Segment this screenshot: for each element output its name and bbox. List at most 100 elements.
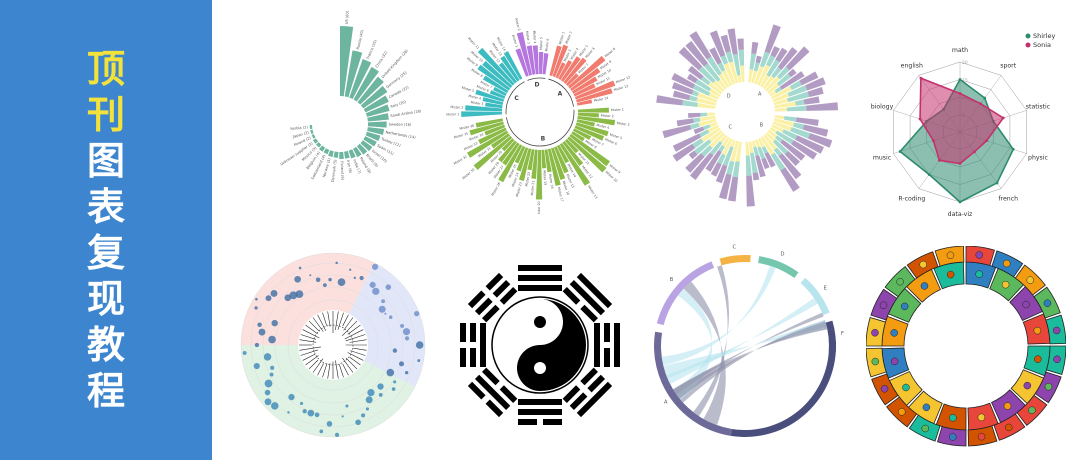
- dendro-arc: [349, 353, 352, 356]
- dendro-arc: [315, 355, 318, 357]
- mural-figure: [1001, 280, 1010, 289]
- point: [322, 283, 327, 288]
- point: [299, 401, 304, 406]
- point: [307, 409, 315, 417]
- point: [269, 372, 274, 377]
- trigram: [594, 323, 620, 367]
- mural-figure: [1023, 381, 1032, 390]
- point: [404, 336, 410, 341]
- legend-label: Shirley: [1033, 32, 1056, 40]
- series-point: [1001, 116, 1005, 120]
- point: [264, 379, 273, 388]
- bar-label: Mister 30: [462, 168, 476, 181]
- dendro-branch: [300, 349, 318, 356]
- sector-label: E: [824, 286, 827, 292]
- dendro-branch: [342, 314, 349, 327]
- bar-label: Sweden (16): [389, 123, 412, 127]
- point: [353, 276, 356, 280]
- trigram-line: [470, 323, 476, 342]
- trigram-line: [543, 419, 562, 425]
- bar-label: Mister 8: [604, 47, 616, 58]
- mural-figure: [880, 385, 889, 393]
- trigram-line: [518, 285, 562, 291]
- dendro-branch: [335, 360, 339, 379]
- trigram-line: [518, 419, 537, 425]
- stacked-bar: [752, 172, 760, 181]
- bar: [312, 138, 319, 144]
- bar-label: Canada (22): [388, 85, 410, 99]
- axis-label: sport: [1000, 63, 1016, 70]
- point: [365, 396, 373, 404]
- point: [404, 370, 409, 375]
- group-label: A: [558, 90, 563, 97]
- dendro-branch: [327, 363, 331, 379]
- bar-label: Mister 2: [450, 105, 463, 110]
- point: [298, 266, 302, 270]
- mural-figure: [1003, 402, 1012, 410]
- point: [415, 341, 424, 349]
- axis-label: biology: [871, 104, 894, 111]
- bar: [344, 150, 350, 159]
- series-point: [995, 181, 999, 185]
- bar-label: Mister 32: [453, 155, 468, 166]
- mural-figure: [900, 302, 909, 311]
- series-point: [898, 150, 902, 153]
- point: [402, 328, 411, 336]
- chord-ribbon: [661, 265, 776, 366]
- point: [384, 312, 387, 315]
- title-character: 顶: [86, 47, 125, 91]
- axis-label: statistic: [1026, 104, 1051, 111]
- point: [334, 432, 340, 437]
- mural-figure: [975, 270, 983, 278]
- dendro-arc: [348, 333, 351, 335]
- trigram-line: [518, 409, 562, 415]
- point: [335, 261, 338, 265]
- bar: [311, 134, 316, 139]
- bar-label: Mister 3: [616, 121, 629, 127]
- mural-figure: [946, 270, 955, 279]
- mural-figure: [949, 414, 957, 422]
- point: [400, 323, 405, 328]
- point: [314, 412, 320, 418]
- bar-label: Mister 2: [514, 18, 521, 31]
- title-character: 刊: [86, 93, 125, 137]
- series-point: [973, 150, 976, 154]
- trigram-line: [480, 323, 486, 367]
- bar-label: Mister 5: [539, 37, 543, 50]
- stacked-bar: [755, 55, 762, 64]
- stacked-bar: [688, 112, 701, 118]
- bar: [542, 53, 549, 75]
- dendro-branch: [347, 352, 364, 361]
- point: [399, 361, 405, 367]
- bar-label: Mister 3: [470, 100, 483, 106]
- dendro-arc: [351, 351, 353, 353]
- group-label: D: [535, 82, 540, 89]
- dendro-arc: [340, 362, 343, 364]
- bar-label: Mister 1: [446, 112, 459, 116]
- stacked-bar: [738, 49, 745, 66]
- sector-label: F: [841, 331, 844, 337]
- point: [345, 404, 349, 408]
- chord-ribbon: [666, 298, 818, 385]
- dendro-branch: [322, 363, 328, 378]
- point: [361, 413, 366, 418]
- chord-diagram-thumbnail: A B C D E F: [654, 245, 844, 437]
- circular-barplot-thumbnail: US (60)Russia (40) France (35)China (32)U…: [280, 10, 422, 182]
- point: [367, 388, 375, 397]
- dendro-arc: [314, 334, 317, 337]
- point: [365, 407, 369, 411]
- point: [371, 263, 379, 270]
- point: [386, 368, 395, 377]
- chord-sector: [719, 255, 751, 266]
- dendro-arc: [322, 361, 325, 364]
- trigram-line: [470, 348, 476, 367]
- mural-figure: [879, 301, 888, 310]
- point: [294, 275, 301, 283]
- trigram-line: [614, 323, 620, 367]
- dendro-arc: [346, 330, 349, 333]
- bar: [339, 151, 344, 160]
- axis-label: R-coding: [898, 195, 925, 202]
- mural-figure: [977, 432, 986, 441]
- bar-label: Serbia (2): [290, 125, 309, 131]
- point: [341, 415, 344, 418]
